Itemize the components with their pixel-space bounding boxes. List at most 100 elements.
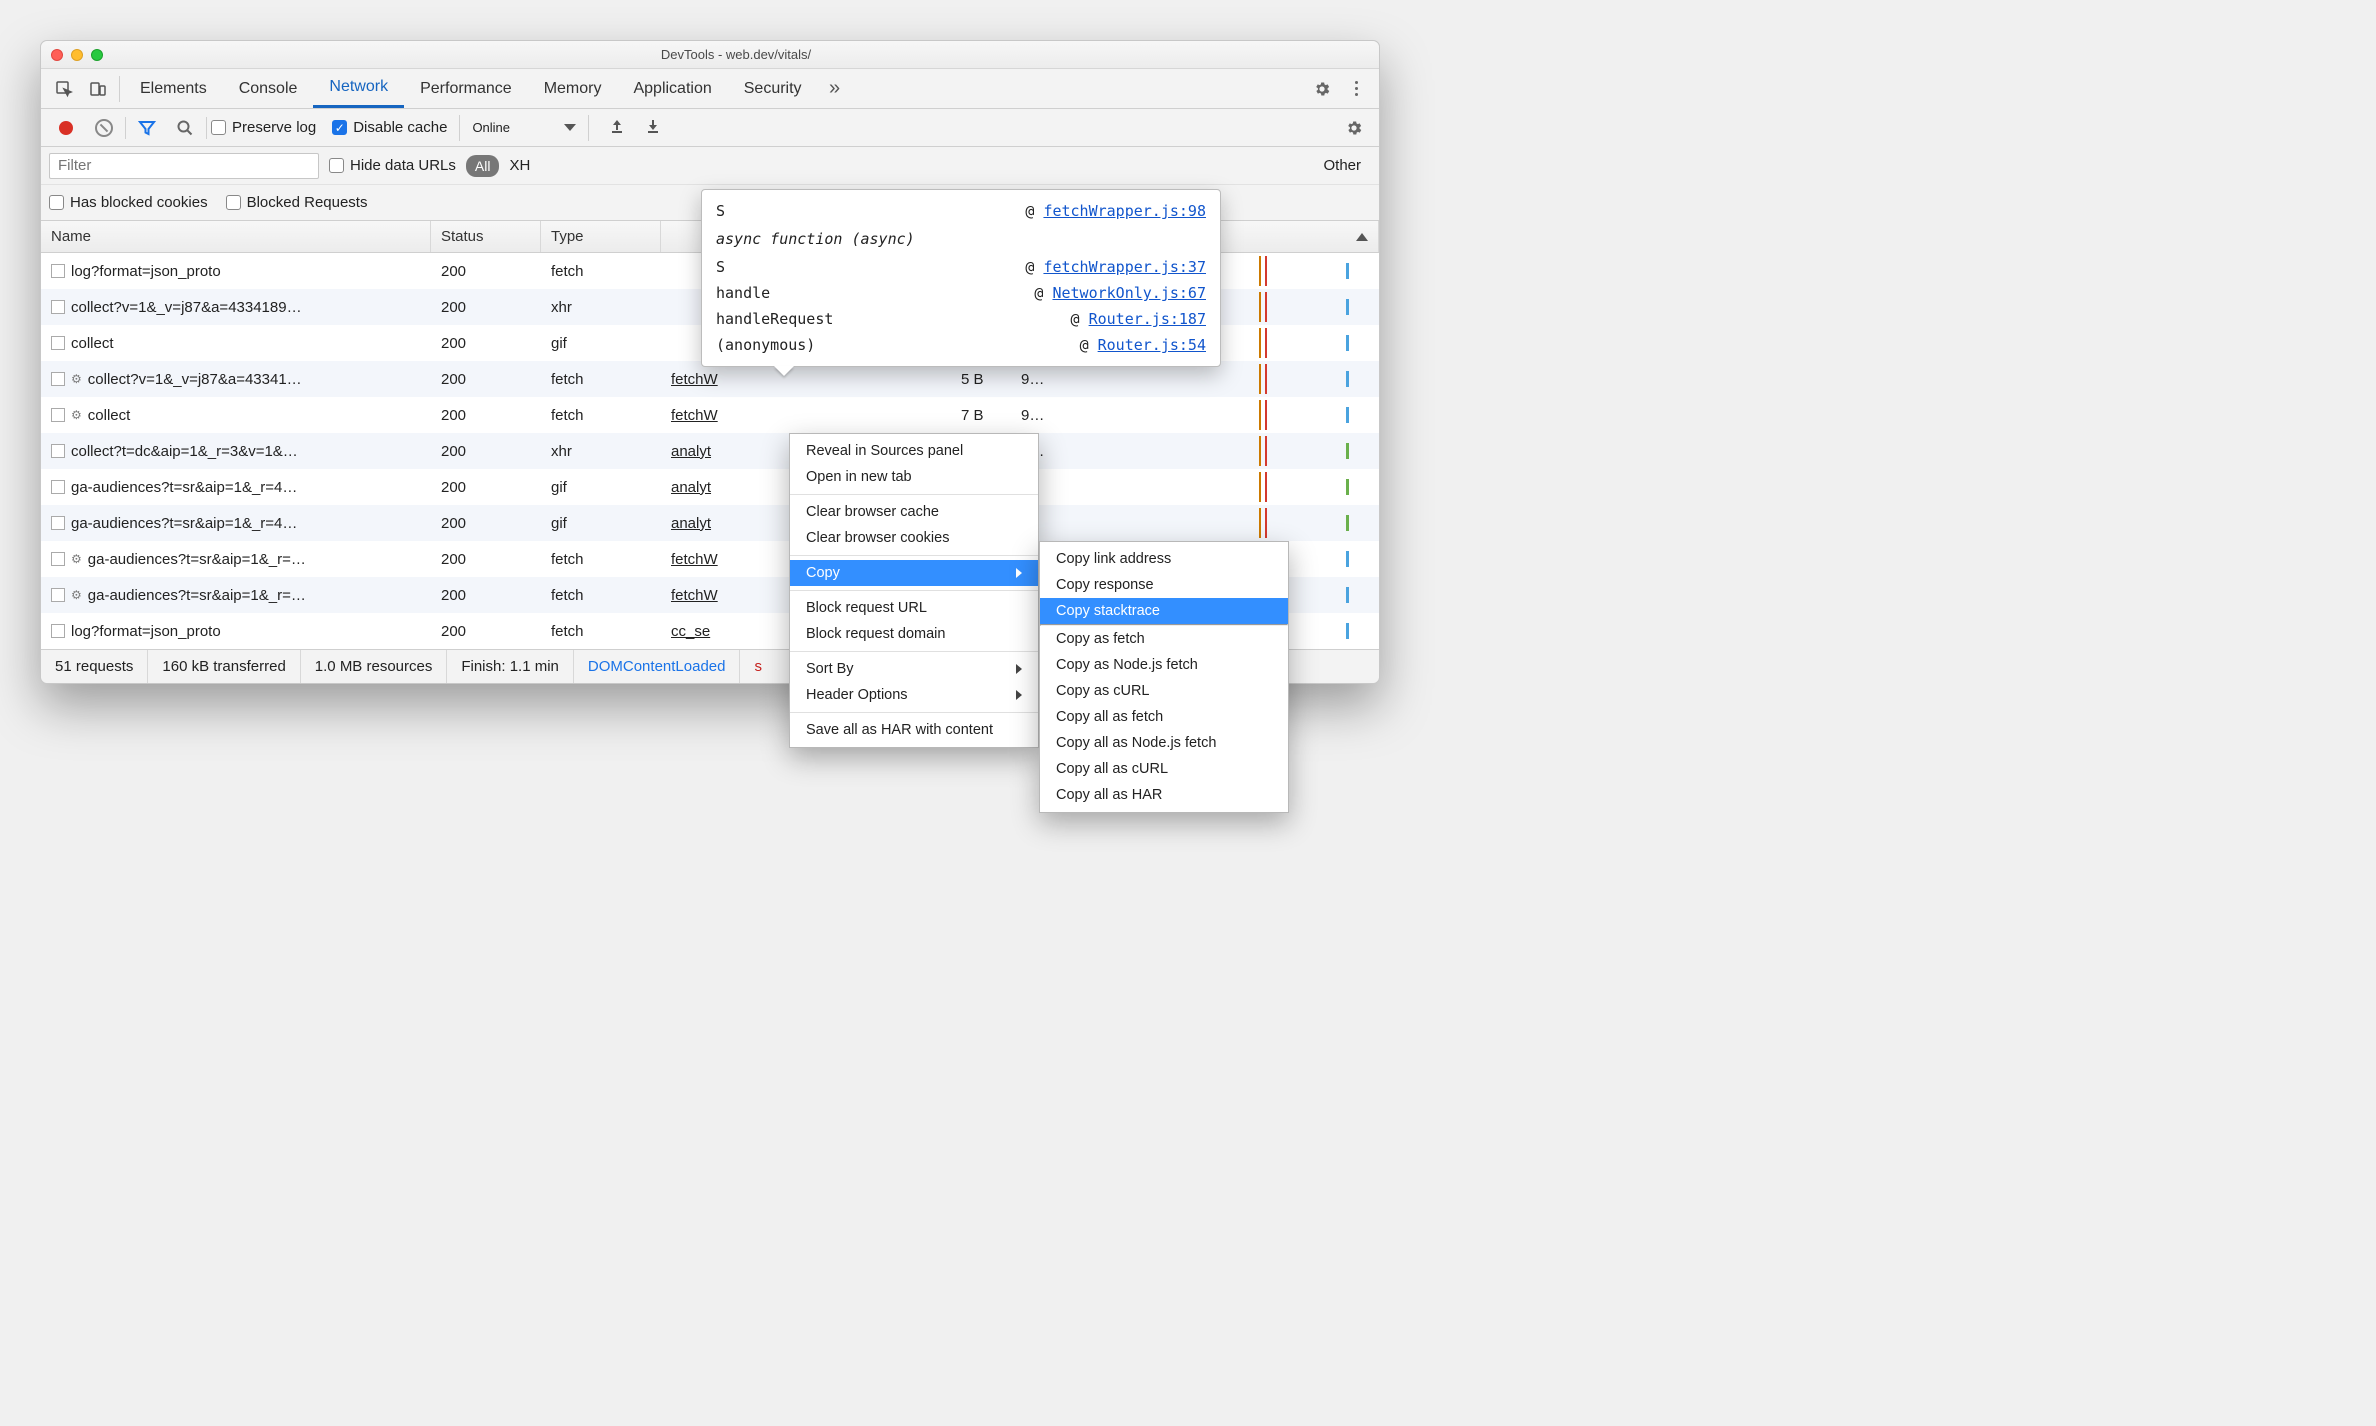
tooltip-separator: async function (async) [716,224,1206,254]
ctx-sort-label: Sort By [806,661,854,677]
cell-type: xhr [541,443,661,460]
row-checkbox[interactable] [51,336,65,350]
sub-copy-node[interactable]: Copy as Node.js fetch [1040,652,1288,678]
settings-gear-icon[interactable] [1305,73,1339,105]
source-link[interactable]: fetchWrapper.js:37 [1043,258,1206,276]
sub-copy-all-curl[interactable]: Copy all as cURL [1040,756,1288,782]
filter-other[interactable]: Other [1323,157,1361,174]
request-name: collect [71,335,114,352]
frame-fn: S [716,258,725,276]
sub-copy-curl[interactable]: Copy as cURL [1040,678,1288,704]
table-row[interactable]: collect?t=dc&aip=1&_r=3&v=1&…200xhranaly… [41,433,1379,469]
ctx-clear-cookies[interactable]: Clear browser cookies [790,525,1038,551]
minimize-icon[interactable] [71,49,83,61]
close-icon[interactable] [51,49,63,61]
frame-loc: @ fetchWrapper.js:37 [1025,258,1206,276]
frame-fn: (anonymous) [716,336,815,354]
row-checkbox[interactable] [51,408,65,422]
cell-initiator[interactable]: fetchW [661,371,951,388]
status-load: s [740,650,776,683]
preserve-log-label: Preserve log [232,119,316,136]
row-checkbox[interactable] [51,516,65,530]
throttle-select[interactable]: Online [459,115,589,141]
network-settings-gear-icon[interactable] [1337,112,1371,144]
sub-copy-all-fetch[interactable]: Copy all as fetch [1040,704,1288,730]
has-blocked-cookies-checkbox[interactable]: Has blocked cookies [49,194,208,211]
cell-initiator[interactable]: fetchW [661,407,951,424]
blocked-requests-checkbox[interactable]: Blocked Requests [226,194,368,211]
ctx-copy-label: Copy [806,565,840,581]
sub-copy-fetch[interactable]: Copy as fetch [1040,626,1288,652]
ctx-copy[interactable]: Copy [790,560,1038,586]
copy-submenu: Copy link address Copy response Copy sta… [1039,541,1289,813]
sub-copy-link[interactable]: Copy link address [1040,546,1288,572]
row-checkbox[interactable] [51,300,65,314]
table-row[interactable]: ga-audiences?t=sr&aip=1&_r=4…200gifanaly… [41,505,1379,541]
header-type[interactable]: Type [541,221,661,252]
table-row[interactable]: ga-audiences?t=sr&aip=1&_r=4…200gifanaly… [41,469,1379,505]
table-row[interactable]: ⚙collect200fetchfetchW7 B9… [41,397,1379,433]
ctx-header-options[interactable]: Header Options [790,682,1038,708]
tab-console[interactable]: Console [223,69,314,108]
inspect-icon[interactable] [47,73,81,105]
filter-input[interactable] [49,153,319,179]
row-checkbox[interactable] [51,552,65,566]
row-checkbox[interactable] [51,588,65,602]
more-tabs-icon[interactable]: » [818,73,852,105]
ctx-sort[interactable]: Sort By [790,656,1038,682]
tooltip-frame: handle@ NetworkOnly.js:67 [716,280,1206,306]
sub-copy-stacktrace[interactable]: Copy stacktrace [1040,598,1288,624]
cell-status: 200 [431,623,541,640]
ctx-block-domain[interactable]: Block request domain [790,621,1038,647]
upload-har-icon[interactable] [609,118,625,137]
clear-button[interactable] [87,112,121,144]
ctx-block-url[interactable]: Block request URL [790,595,1038,621]
header-name[interactable]: Name [41,221,431,252]
cell-status: 200 [431,443,541,460]
cell-status: 200 [431,515,541,532]
tab-network[interactable]: Network [313,69,404,108]
source-link[interactable]: Router.js:187 [1089,310,1206,328]
ctx-open-tab[interactable]: Open in new tab [790,464,1038,490]
cell-waterfall [1071,505,1379,541]
header-status[interactable]: Status [431,221,541,252]
sub-copy-response[interactable]: Copy response [1040,572,1288,598]
row-checkbox[interactable] [51,624,65,638]
source-link[interactable]: NetworkOnly.js:67 [1052,284,1206,302]
frame-loc: @ Router.js:54 [1080,336,1206,354]
sort-arrow-icon [1356,233,1368,241]
source-link[interactable]: fetchWrapper.js:98 [1043,202,1206,220]
filter-xhr[interactable]: XH [509,157,530,174]
preserve-log-checkbox[interactable]: Preserve log [211,119,316,136]
cell-time: 9… [1011,371,1071,388]
device-toggle-icon[interactable] [81,73,115,105]
tab-elements[interactable]: Elements [124,69,223,108]
sub-copy-all-har[interactable]: Copy all as HAR [1040,782,1288,808]
row-checkbox[interactable] [51,480,65,494]
status-finish: Finish: 1.1 min [447,650,574,683]
ctx-clear-cache[interactable]: Clear browser cache [790,499,1038,525]
row-checkbox[interactable] [51,372,65,386]
row-checkbox[interactable] [51,264,65,278]
source-link[interactable]: Router.js:54 [1098,336,1206,354]
filter-bar: Hide data URLs All XH Other [41,147,1379,185]
record-button[interactable] [49,112,83,144]
request-name: ga-audiences?t=sr&aip=1&_r=… [88,587,306,604]
tab-performance[interactable]: Performance [404,69,528,108]
ctx-reveal[interactable]: Reveal in Sources panel [790,438,1038,464]
filter-all-pill[interactable]: All [466,155,500,177]
ctx-save-har[interactable]: Save all as HAR with content [790,717,1038,743]
maximize-icon[interactable] [91,49,103,61]
tab-memory[interactable]: Memory [528,69,618,108]
download-har-icon[interactable] [645,118,661,137]
search-icon[interactable] [168,112,202,144]
sub-copy-all-node[interactable]: Copy all as Node.js fetch [1040,730,1288,756]
disable-cache-checkbox[interactable]: Disable cache [332,119,447,136]
panel-tabs: Elements Console Network Performance Mem… [41,69,1379,109]
kebab-menu-icon[interactable] [1339,73,1373,105]
filter-icon[interactable] [130,112,164,144]
tab-security[interactable]: Security [728,69,818,108]
hide-data-urls-checkbox[interactable]: Hide data URLs [329,157,456,174]
tab-application[interactable]: Application [617,69,727,108]
row-checkbox[interactable] [51,444,65,458]
